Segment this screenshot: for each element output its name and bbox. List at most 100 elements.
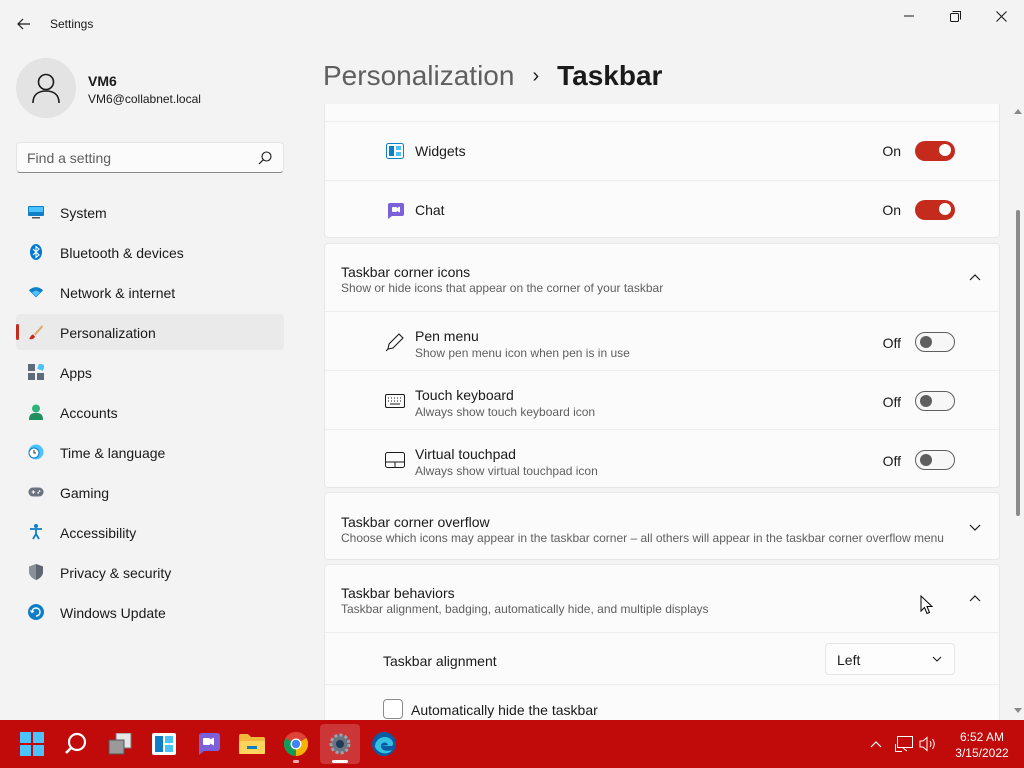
search-box[interactable] [16, 142, 284, 173]
widgets-taskbar-button[interactable] [144, 724, 184, 764]
corner-overflow-title: Taskbar corner overflow [341, 514, 490, 530]
network-tray-icon-button[interactable] [892, 720, 916, 768]
pen-menu-row: Pen menu Show pen menu icon when pen is … [325, 311, 999, 370]
mouse-cursor-icon [920, 595, 933, 615]
sidebar-item-gaming[interactable]: Gaming [16, 474, 284, 510]
virtual-touchpad-subtitle: Always show virtual touchpad icon [415, 464, 598, 478]
breadcrumb-parent-link[interactable]: Personalization [323, 60, 514, 92]
alignment-row: Taskbar alignment Left [325, 632, 999, 684]
autohide-checkbox[interactable] [383, 699, 403, 719]
settings-taskbar-button[interactable] [320, 724, 360, 764]
sidebar-item-apps[interactable]: Apps [16, 354, 284, 390]
pen-menu-title: Pen menu [415, 328, 479, 344]
sidebar-item-personalization[interactable]: Personalization [16, 314, 284, 350]
paintbrush-icon [28, 324, 44, 340]
back-arrow-icon [17, 18, 30, 30]
scroll-up-arrow-icon[interactable] [1014, 108, 1022, 114]
chat-toggle[interactable] [915, 200, 955, 220]
back-button[interactable] [12, 10, 36, 38]
content-scrollbar[interactable] [1012, 104, 1024, 720]
maximize-button[interactable] [932, 0, 978, 32]
user-email: VM6@collabnet.local [88, 92, 201, 106]
avatar [16, 58, 76, 118]
clock-time: 6:52 AM [959, 730, 1005, 744]
file-explorer-button[interactable] [232, 724, 272, 764]
apps-icon [28, 364, 44, 380]
edge-icon [372, 732, 396, 756]
show-hidden-icons-button[interactable] [864, 720, 888, 768]
windows-logo-icon [20, 732, 44, 756]
corner-overflow-section[interactable]: Taskbar corner overflow Choose which ico… [324, 492, 1000, 560]
taskbar-clock[interactable]: 6:52 AM 3/15/2022 [944, 729, 1020, 761]
bluetooth-icon [28, 244, 44, 260]
start-button[interactable] [12, 724, 52, 764]
title-bar: Settings [0, 0, 1024, 48]
sidebar-item-bluetooth[interactable]: Bluetooth & devices [16, 234, 284, 270]
person-icon [32, 73, 60, 104]
search-input[interactable] [27, 149, 247, 167]
scroll-down-arrow-icon[interactable] [1014, 708, 1022, 714]
taskbar-items-card: Widgets On Chat On [324, 104, 1000, 238]
widgets-state: On [882, 143, 901, 159]
search-icon [65, 732, 87, 754]
widgets-row: Widgets On [325, 121, 999, 180]
toggle-knob [920, 395, 932, 407]
breadcrumb: Personalization › Taskbar [323, 58, 662, 94]
volume-tray-icon-button[interactable] [916, 720, 940, 768]
sidebar-item-privacy[interactable]: Privacy & security [16, 554, 284, 590]
user-profile[interactable]: VM6 VM6@collabnet.local [16, 58, 296, 118]
chrome-icon [284, 732, 308, 756]
pen-icon [385, 332, 405, 352]
corner-icons-header[interactable]: Taskbar corner icons Show or hide icons … [325, 244, 999, 311]
touch-keyboard-toggle[interactable] [915, 391, 955, 411]
pen-menu-toggle[interactable] [915, 332, 955, 352]
edge-button[interactable] [364, 724, 404, 764]
task-view-button[interactable] [100, 724, 140, 764]
sidebar-item-accessibility[interactable]: Accessibility [16, 514, 284, 550]
alignment-dropdown[interactable]: Left [825, 643, 955, 675]
taskbar: 6:52 AM 3/15/2022 [0, 720, 1024, 768]
sidebar-item-label: Gaming [60, 485, 110, 501]
minimize-button[interactable] [886, 0, 932, 32]
sidebar-item-time-language[interactable]: Time & language [16, 434, 284, 470]
sidebar-item-label: Privacy & security [60, 565, 172, 581]
sidebar-item-network[interactable]: Network & internet [16, 274, 284, 310]
corner-icons-subtitle: Show or hide icons that appear on the co… [341, 281, 664, 295]
chrome-button[interactable] [276, 724, 316, 764]
user-name: VM6 [88, 73, 117, 89]
network-icon [895, 736, 913, 752]
pen-menu-state: Off [882, 335, 901, 351]
chevron-up-icon [969, 274, 981, 281]
virtual-touchpad-state: Off [882, 453, 901, 469]
search-icon[interactable] [257, 150, 273, 166]
scroll-thumb[interactable] [1016, 210, 1020, 516]
chevron-down-icon [932, 656, 942, 662]
toggle-knob [939, 203, 951, 215]
chat-label: Chat [415, 202, 445, 218]
volume-icon [919, 736, 935, 752]
touch-keyboard-state: Off [882, 394, 901, 410]
behaviors-header[interactable]: Taskbar behaviors Taskbar alignment, bad… [325, 565, 999, 632]
gear-icon [329, 733, 351, 755]
sidebar-item-label: Personalization [60, 325, 156, 341]
update-icon [28, 604, 44, 620]
virtual-touchpad-toggle[interactable] [915, 450, 955, 470]
minimize-icon [904, 15, 914, 17]
chevron-down-icon [969, 524, 981, 531]
corner-overflow-subtitle: Choose which icons may appear in the tas… [341, 531, 944, 545]
close-button[interactable] [978, 0, 1024, 32]
chat-icon [385, 201, 405, 221]
behaviors-section: Taskbar behaviors Taskbar alignment, bad… [324, 564, 1000, 720]
sidebar-item-accounts[interactable]: Accounts [16, 394, 284, 430]
sidebar-item-windows-update[interactable]: Windows Update [16, 594, 284, 630]
chat-taskbar-button[interactable] [188, 724, 228, 764]
sidebar-item-system[interactable]: System [16, 194, 284, 230]
corner-icons-title: Taskbar corner icons [341, 264, 471, 280]
taskbar-search-button[interactable] [56, 724, 96, 764]
behaviors-title: Taskbar behaviors [341, 585, 455, 601]
app-title: Settings [50, 17, 94, 31]
behaviors-subtitle: Taskbar alignment, badging, automaticall… [341, 602, 709, 616]
pen-menu-subtitle: Show pen menu icon when pen is in use [415, 346, 630, 360]
widgets-toggle[interactable] [915, 141, 955, 161]
clock-globe-icon [28, 444, 44, 460]
